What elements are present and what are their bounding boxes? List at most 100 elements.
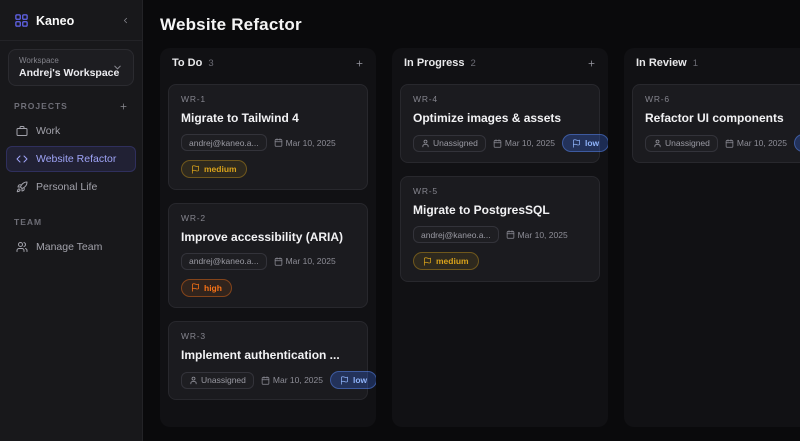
task-meta: andrej@kaneo.a... Mar 10, 2025 <box>413 226 587 243</box>
priority-badge: low <box>562 134 608 152</box>
assignee-label: andrej@kaneo.a... <box>189 256 259 266</box>
due-date: Mar 10, 2025 <box>725 138 787 148</box>
sidebar-item-label: Manage Team <box>36 241 102 253</box>
sidebar-collapse-button[interactable] <box>121 16 130 25</box>
app-name: Kaneo <box>36 14 114 28</box>
plus-icon <box>587 59 596 68</box>
board-column-in-progress: In Progress 2 WR-4 Optimize images & ass… <box>392 48 608 427</box>
task-title: Implement authentication ... <box>181 348 355 362</box>
column-cards: WR-6 Refactor UI components Unassigned M… <box>624 76 800 171</box>
task-card-wr-2[interactable]: WR-2 Improve accessibility (ARIA) andrej… <box>168 203 368 309</box>
due-date-label: Mar 10, 2025 <box>518 230 568 240</box>
sidebar-item-personal-life[interactable]: Personal Life <box>6 174 136 200</box>
column-cards: WR-1 Migrate to Tailwind 4 andrej@kaneo.… <box>160 76 376 408</box>
priority-label: medium <box>204 164 237 174</box>
task-id: WR-2 <box>181 213 355 223</box>
flag-icon <box>340 376 349 385</box>
assignee-label: andrej@kaneo.a... <box>421 230 491 240</box>
sidebar-item-label: Website Refactor <box>36 153 116 165</box>
sidebar-header: Kaneo <box>0 0 142 40</box>
chevron-down-icon <box>112 62 123 73</box>
sidebar-item-manage-team[interactable]: Manage Team <box>6 234 136 260</box>
main-content: Website Refactor To Do 3 WR-1 Migrate to… <box>143 0 800 441</box>
workspace-label: Workspace <box>19 56 112 65</box>
task-meta: Unassigned Mar 10, 2025 low <box>413 134 587 152</box>
assignee-chip: andrej@kaneo.a... <box>413 226 499 243</box>
column-header: To Do 3 <box>160 48 376 76</box>
workspace-selector[interactable]: Workspace Andrej's Workspace <box>8 49 134 86</box>
task-id: WR-6 <box>645 94 800 104</box>
add-project-button[interactable] <box>119 102 128 111</box>
calendar-icon <box>725 139 734 148</box>
task-meta: andrej@kaneo.a... Mar 10, 2025 <box>181 134 355 151</box>
task-card-wr-5[interactable]: WR-5 Migrate to PostgresSQL andrej@kaneo… <box>400 176 600 282</box>
task-id: WR-5 <box>413 186 587 196</box>
assignee-chip: Unassigned <box>645 135 718 152</box>
team-section-header: TEAM <box>14 217 128 227</box>
task-title: Refactor UI components <box>645 111 800 125</box>
assignee-label: andrej@kaneo.a... <box>189 138 259 148</box>
assignee-chip: Unassigned <box>181 372 254 389</box>
calendar-icon <box>506 230 515 239</box>
projects-nav: Work Website Refactor Personal Life <box>0 116 142 202</box>
sidebar-item-label: Personal Life <box>36 181 97 193</box>
sidebar-item-work[interactable]: Work <box>6 118 136 144</box>
team-nav: Manage Team <box>0 232 142 262</box>
priority-badge: medium <box>413 252 479 270</box>
task-title: Migrate to Tailwind 4 <box>181 111 355 125</box>
assignee-chip: andrej@kaneo.a... <box>181 253 267 270</box>
briefcase-icon <box>16 125 28 137</box>
board-column-in-review: In Review 1 WR-6 Refactor UI components … <box>624 48 800 427</box>
task-title: Migrate to PostgresSQL <box>413 203 587 217</box>
due-date-label: Mar 10, 2025 <box>737 138 787 148</box>
task-meta: Unassigned Mar 10, 2025 low <box>181 371 355 389</box>
task-title: Improve accessibility (ARIA) <box>181 230 355 244</box>
add-card-button[interactable] <box>355 59 364 68</box>
column-count: 2 <box>471 58 476 69</box>
add-card-button[interactable] <box>587 59 596 68</box>
plus-icon <box>119 102 128 111</box>
user-icon <box>421 139 430 148</box>
projects-header-label: PROJECTS <box>14 101 119 111</box>
calendar-icon <box>274 138 283 147</box>
priority-label: medium <box>436 256 469 266</box>
sidebar-item-label: Work <box>36 125 60 137</box>
column-count: 3 <box>208 58 213 69</box>
assignee-label: Unassigned <box>665 138 710 148</box>
code-icon <box>16 153 28 165</box>
priority-label: low <box>585 138 599 148</box>
flag-icon <box>572 139 581 148</box>
priority-badge: high <box>181 279 232 297</box>
users-icon <box>16 241 28 253</box>
task-card-wr-1[interactable]: WR-1 Migrate to Tailwind 4 andrej@kaneo.… <box>168 84 368 190</box>
task-card-wr-6[interactable]: WR-6 Refactor UI components Unassigned M… <box>632 84 800 163</box>
sidebar-item-website-refactor[interactable]: Website Refactor <box>6 146 136 172</box>
task-id: WR-4 <box>413 94 587 104</box>
task-card-wr-3[interactable]: WR-3 Implement authentication ... Unassi… <box>168 321 368 400</box>
plus-icon <box>355 59 364 68</box>
app-window: Kaneo Workspace Andrej's Workspace PROJE… <box>0 0 800 441</box>
column-cards: WR-4 Optimize images & assets Unassigned… <box>392 76 608 290</box>
user-icon <box>653 139 662 148</box>
sidebar: Kaneo Workspace Andrej's Workspace PROJE… <box>0 0 143 441</box>
flag-icon <box>423 257 432 266</box>
calendar-icon <box>274 257 283 266</box>
task-card-wr-4[interactable]: WR-4 Optimize images & assets Unassigned… <box>400 84 600 163</box>
priority-label: high <box>204 283 222 293</box>
priority-badge: medium <box>181 160 247 178</box>
workspace-name: Andrej's Workspace <box>19 67 112 79</box>
kanban-board: To Do 3 WR-1 Migrate to Tailwind 4 andre… <box>160 48 800 427</box>
column-header: In Review 1 <box>624 48 800 76</box>
flag-icon <box>191 283 200 292</box>
assignee-chip: Unassigned <box>413 135 486 152</box>
due-date-label: Mar 10, 2025 <box>286 138 336 148</box>
grid-logo-icon <box>14 13 29 28</box>
due-date: Mar 10, 2025 <box>493 138 555 148</box>
priority-badge: low <box>330 371 376 389</box>
assignee-label: Unassigned <box>201 375 246 385</box>
calendar-icon <box>261 376 270 385</box>
assignee-label: Unassigned <box>433 138 478 148</box>
board-column-to-do: To Do 3 WR-1 Migrate to Tailwind 4 andre… <box>160 48 376 427</box>
column-count: 1 <box>693 58 698 69</box>
column-header: In Progress 2 <box>392 48 608 76</box>
